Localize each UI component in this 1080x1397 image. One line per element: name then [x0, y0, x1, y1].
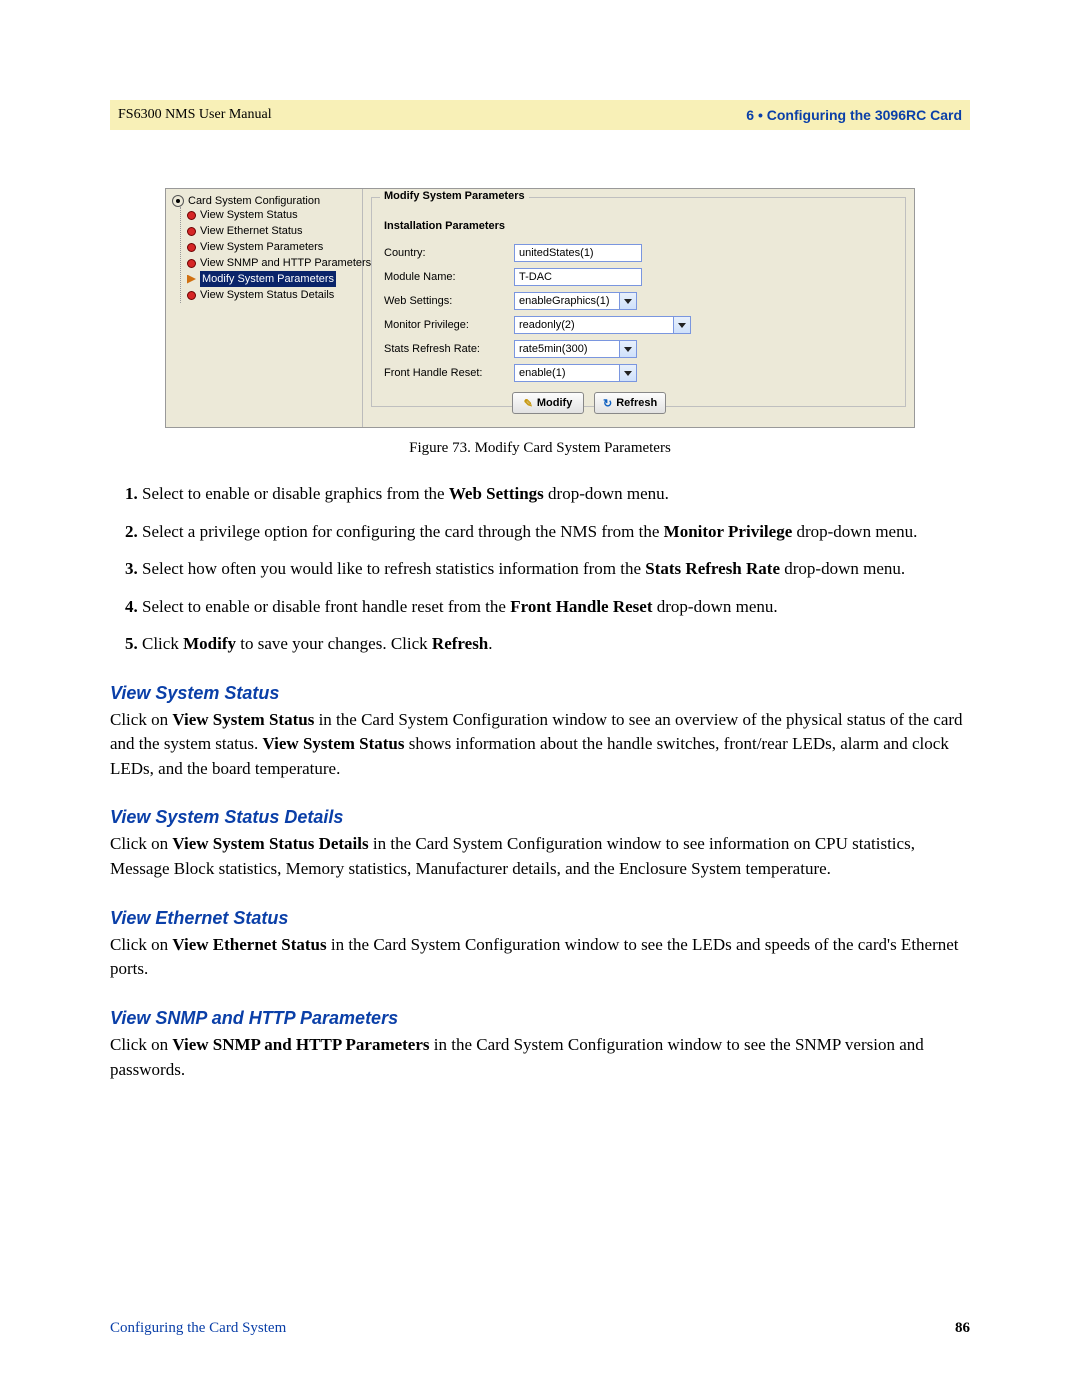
step-4: Select to enable or disable front handle…	[142, 594, 970, 620]
tree-item-view-system-status[interactable]: View System Status	[187, 207, 362, 223]
tree-item-modify-system-parameters[interactable]: Modify System Parameters	[187, 271, 362, 287]
installation-parameters-title: Installation Parameters	[384, 220, 893, 232]
bullet-icon	[187, 227, 196, 236]
refresh-icon: ↻	[603, 397, 612, 410]
row-web-settings: Web Settings:	[384, 290, 893, 312]
modify-parameters-fieldset: Modify System Parameters Installation Pa…	[371, 197, 906, 407]
combo-stats-refresh[interactable]	[514, 340, 637, 358]
app-window: Card System Configuration View System St…	[165, 188, 915, 428]
modify-button-label: Modify	[537, 397, 572, 409]
row-module: Module Name:	[384, 266, 893, 288]
radio-icon	[172, 195, 184, 207]
button-row: ✎ Modify ↻ Refresh	[512, 392, 893, 414]
header-manual-title: FS6300 NMS User Manual	[118, 107, 272, 123]
label-web-settings: Web Settings:	[384, 295, 514, 307]
bullet-icon	[187, 211, 196, 220]
row-stats-refresh: Stats Refresh Rate:	[384, 338, 893, 360]
tree-item-view-ethernet-status[interactable]: View Ethernet Status	[187, 223, 362, 239]
bullet-icon	[187, 243, 196, 252]
step-1: Select to enable or disable graphics fro…	[142, 481, 970, 507]
tree-item-view-system-status-details[interactable]: View System Status Details	[187, 287, 362, 303]
tree-item-label: View System Status	[200, 207, 298, 223]
form-panel: Modify System Parameters Installation Pa…	[363, 189, 914, 427]
tree-item-label: View System Parameters	[200, 239, 323, 255]
input-module-name[interactable]	[514, 268, 642, 286]
chevron-down-icon[interactable]	[673, 317, 690, 333]
pencil-icon: ✎	[524, 397, 533, 410]
modify-button[interactable]: ✎ Modify	[512, 392, 584, 414]
tree-item-label: View SNMP and HTTP Parameters	[200, 255, 371, 271]
figure-caption: Figure 73. Modify Card System Parameters	[165, 440, 915, 457]
heading-view-system-status: View System Status	[110, 683, 970, 704]
tree-item-view-system-parameters[interactable]: View System Parameters	[187, 239, 362, 255]
bullet-icon	[187, 259, 196, 268]
row-monitor-privilege: Monitor Privilege:	[384, 314, 893, 336]
refresh-button-label: Refresh	[616, 397, 657, 409]
footer-page-number: 86	[955, 1320, 970, 1337]
tree-item-label: Modify System Parameters	[200, 271, 336, 287]
para-view-system-status-details: Click on View System Status Details in t…	[110, 832, 970, 881]
chevron-down-icon[interactable]	[619, 341, 636, 357]
step-2: Select a privilege option for configurin…	[142, 519, 970, 545]
heading-view-snmp-http: View SNMP and HTTP Parameters	[110, 1008, 970, 1029]
combo-web-settings[interactable]	[514, 292, 637, 310]
footer-section-title: Configuring the Card System	[110, 1320, 286, 1337]
tree-children: View System Status View Ethernet Status …	[180, 207, 362, 303]
step-5: Click Modify to save your changes. Click…	[142, 631, 970, 657]
heading-view-system-status-details: View System Status Details	[110, 807, 970, 828]
combo-web-settings-value[interactable]	[515, 293, 619, 309]
tree-root[interactable]: Card System Configuration	[172, 195, 362, 207]
row-country: Country:	[384, 242, 893, 264]
label-module: Module Name:	[384, 271, 514, 283]
refresh-button[interactable]: ↻ Refresh	[594, 392, 666, 414]
fieldset-legend: Modify System Parameters	[380, 190, 529, 202]
heading-view-ethernet-status: View Ethernet Status	[110, 908, 970, 929]
tree-item-view-snmp-http[interactable]: View SNMP and HTTP Parameters	[187, 255, 362, 271]
chevron-down-icon[interactable]	[619, 365, 636, 381]
page-footer: Configuring the Card System 86	[110, 1320, 970, 1337]
figure-73: Card System Configuration View System St…	[165, 188, 915, 457]
tree-item-label: View Ethernet Status	[200, 223, 303, 239]
tree-root-label: Card System Configuration	[188, 195, 320, 207]
bullet-icon	[187, 291, 196, 300]
row-front-handle-reset: Front Handle Reset:	[384, 362, 893, 384]
label-monitor-privilege: Monitor Privilege:	[384, 319, 514, 331]
para-view-ethernet-status: Click on View Ethernet Status in the Car…	[110, 933, 970, 982]
page-header: FS6300 NMS User Manual 6 • Configuring t…	[110, 100, 970, 130]
para-view-system-status: Click on View System Status in the Card …	[110, 708, 970, 782]
chevron-down-icon[interactable]	[619, 293, 636, 309]
para-view-snmp-http: Click on View SNMP and HTTP Parameters i…	[110, 1033, 970, 1082]
combo-monitor-privilege[interactable]	[514, 316, 691, 334]
instruction-list: Select to enable or disable graphics fro…	[110, 481, 970, 657]
label-country: Country:	[384, 247, 514, 259]
label-stats-refresh: Stats Refresh Rate:	[384, 343, 514, 355]
step-3: Select how often you would like to refre…	[142, 556, 970, 582]
tree-panel: Card System Configuration View System St…	[166, 189, 363, 427]
header-chapter-title: 6 • Configuring the 3096RC Card	[746, 107, 962, 123]
combo-stats-refresh-value[interactable]	[515, 341, 619, 357]
combo-monitor-privilege-value[interactable]	[515, 317, 673, 333]
arrow-icon	[187, 275, 196, 284]
combo-front-handle-value[interactable]	[515, 365, 619, 381]
input-country[interactable]	[514, 244, 642, 262]
combo-front-handle[interactable]	[514, 364, 637, 382]
tree-item-label: View System Status Details	[200, 287, 334, 303]
label-front-handle: Front Handle Reset:	[384, 367, 514, 379]
